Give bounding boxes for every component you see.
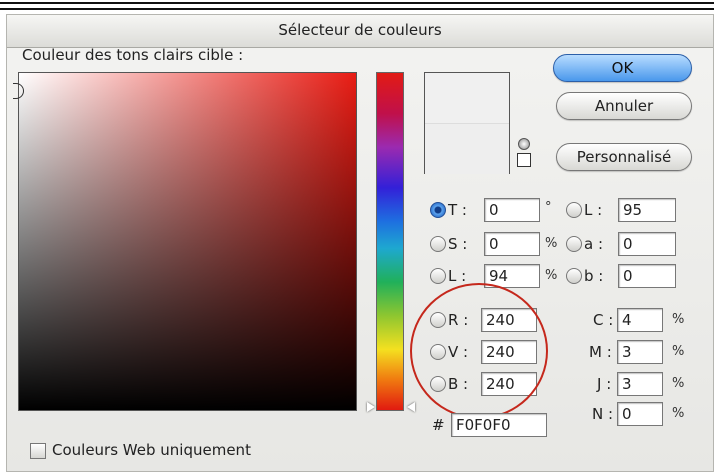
hex-label: # [432,416,445,434]
current-color-swatch[interactable] [425,124,509,174]
hue-slider[interactable] [376,72,404,411]
hue-slider-left-arrow-icon[interactable] [367,402,375,412]
title-bar[interactable]: Sélecteur de couleurs [7,15,713,48]
lab-l-field[interactable]: 95 [618,198,676,222]
lab-a-field[interactable]: 0 [618,232,676,256]
cyan-label: C : [593,311,614,329]
lab-a-radio[interactable] [566,236,582,252]
lab-b-label: b : [584,267,604,285]
black-unit: % [672,406,685,421]
black-label: N : [592,405,614,423]
hex-field[interactable]: F0F0F0 [451,413,547,437]
highlight-circle [410,283,548,419]
yellow-label: J : [597,375,612,393]
yellow-unit: % [672,376,685,391]
magenta-label: M : [589,343,612,361]
brightness-unit: % [545,268,558,283]
brightness-radio[interactable] [430,268,446,284]
hue-slider-right-arrow-icon[interactable] [407,402,415,412]
hue-radio[interactable] [430,202,446,218]
lab-b-field[interactable]: 0 [618,264,676,288]
black-field[interactable]: 0 [617,402,663,426]
lab-a-label: a : [584,235,604,253]
picker-label: Couleur des tons clairs cible : [22,46,244,64]
color-swatch [424,72,510,174]
yellow-field[interactable]: 3 [617,372,663,396]
color-picker-screenshot: Sélecteur de couleurs Couleur des tons c… [0,0,714,474]
brightness-label: L : [448,267,467,285]
web-only-checkbox[interactable] [30,443,46,459]
lab-l-radio[interactable] [566,202,582,218]
hue-label: T : [448,201,467,219]
ok-button[interactable]: OK [553,54,692,82]
saturation-field[interactable]: 0 [484,232,540,256]
magenta-unit: % [672,344,685,359]
cyan-field[interactable]: 4 [617,308,663,332]
custom-button[interactable]: Personnalisé [556,143,692,171]
hue-unit: ° [545,200,552,215]
web-only-label: Couleurs Web uniquement [52,441,251,459]
web-safe-cube-icon[interactable] [517,153,531,167]
lab-l-label: L : [584,201,603,219]
lab-b-radio[interactable] [566,268,582,284]
top-border-inner [0,8,714,10]
magenta-field[interactable]: 3 [617,340,663,364]
saturation-radio[interactable] [430,236,446,252]
saturation-unit: % [545,236,558,251]
saturation-label: S : [448,235,468,253]
top-border [0,2,714,4]
hue-field[interactable]: 0 [484,198,540,222]
cyan-unit: % [672,312,685,327]
cancel-button[interactable]: Annuler [556,92,692,120]
dialog-title: Sélecteur de couleurs [278,21,442,39]
gamut-warning-icon[interactable] [518,138,530,150]
new-color-swatch [425,73,509,124]
color-field[interactable] [18,72,357,411]
